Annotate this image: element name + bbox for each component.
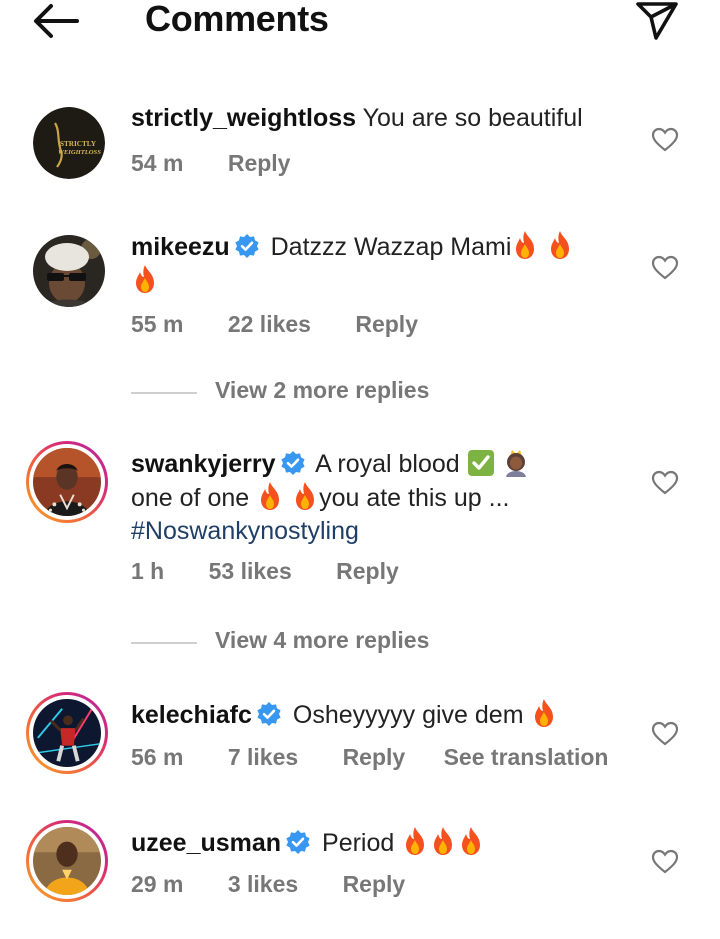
- comment-text: one of one: [131, 484, 250, 512]
- fire-emoji-icon: [551, 231, 570, 259]
- avatar-ring: [29, 823, 105, 899]
- avatar[interactable]: STRICTLY WEIGHTLOSS: [33, 107, 105, 179]
- comment-text: Period: [322, 829, 395, 857]
- avatar-ring: [29, 695, 105, 771]
- comment-body: swankyjerry A royal blood one of one you…: [131, 447, 631, 548]
- reply-button[interactable]: Reply: [343, 871, 406, 898]
- view-replies-label: View 2 more replies: [215, 377, 430, 403]
- comment-meta: 1 h 53 likes Reply: [131, 558, 437, 585]
- heart-icon[interactable]: [651, 721, 679, 747]
- comments-screen: Comments STRICTLY WEIGHTLOSS strictly_we…: [0, 0, 720, 939]
- likes-count[interactable]: 53 likes: [209, 558, 292, 585]
- reply-button[interactable]: Reply: [228, 150, 291, 177]
- fire-emoji-icon: [261, 482, 280, 510]
- fire-emoji-icon: [434, 827, 453, 855]
- avatar[interactable]: [26, 692, 108, 774]
- username[interactable]: mikeezu: [131, 233, 230, 261]
- avatar-ring: [29, 444, 105, 520]
- username[interactable]: uzee_usman: [131, 829, 281, 857]
- heart-icon[interactable]: [651, 127, 679, 153]
- comment-body: uzee_usman Period: [131, 826, 631, 860]
- fire-emoji-icon: [535, 699, 554, 727]
- comment-meta: 29 m 3 likes Reply: [131, 871, 443, 898]
- username[interactable]: strictly_weightloss: [131, 104, 356, 132]
- header: Comments: [0, 0, 720, 60]
- comment-text: Osheyyyyy give dem: [292, 701, 524, 729]
- heart-icon[interactable]: [651, 255, 679, 281]
- avatar[interactable]: [33, 235, 105, 307]
- back-arrow-icon[interactable]: [30, 0, 82, 44]
- username[interactable]: kelechiafc: [131, 701, 252, 729]
- comment-body: kelechiafc Osheyyyyy give dem: [131, 698, 631, 732]
- timestamp: 1 h: [131, 558, 165, 584]
- reply-button[interactable]: Reply: [336, 558, 399, 585]
- comment-meta: 56 m 7 likes Reply See translation: [131, 744, 646, 771]
- verified-badge-icon: [280, 451, 305, 475]
- comment-body: mikeezu Datzzz Wazzap Mami: [131, 230, 631, 298]
- timestamp: 29 m: [131, 871, 184, 897]
- heart-icon[interactable]: [651, 470, 679, 496]
- heart-icon[interactable]: [651, 849, 679, 875]
- verified-badge-icon: [257, 702, 281, 726]
- verified-badge-icon: [286, 830, 310, 854]
- likes-count[interactable]: 22 likes: [228, 311, 311, 338]
- fire-emoji-icon: [406, 827, 425, 855]
- reply-button[interactable]: Reply: [343, 744, 406, 771]
- comment-meta: 55 m 22 likes Reply: [131, 311, 456, 338]
- avatar[interactable]: [26, 820, 108, 902]
- fire-emoji-icon: [136, 265, 154, 293]
- view-replies-label: View 4 more replies: [215, 627, 430, 653]
- send-icon[interactable]: [634, 0, 680, 42]
- page-title: Comments: [145, 0, 329, 39]
- fire-emoji-icon: [462, 827, 481, 855]
- avatar-logo-text: WEIGHTLOSS: [58, 149, 101, 156]
- fire-emoji-icon: [516, 231, 535, 259]
- avatar-logo-text: STRICTLY: [60, 140, 97, 148]
- reply-divider: [131, 392, 197, 394]
- timestamp: 56 m: [131, 744, 184, 770]
- verified-badge-icon: [235, 234, 259, 258]
- comment-text: A royal blood: [315, 450, 460, 478]
- see-translation-button[interactable]: See translation: [444, 744, 609, 771]
- likes-count[interactable]: 7 likes: [228, 744, 298, 771]
- likes-count[interactable]: 3 likes: [228, 871, 298, 898]
- check-mark-emoji-icon: [467, 450, 494, 476]
- fire-emoji-icon: [296, 482, 315, 510]
- reply-divider: [131, 642, 197, 644]
- username[interactable]: swankyjerry: [131, 450, 276, 478]
- hashtag-link[interactable]: #Noswankynostyling: [131, 517, 359, 545]
- reply-button[interactable]: Reply: [355, 311, 418, 338]
- comment-meta: 54 m Reply: [131, 150, 328, 177]
- comment-text: you ate this up ...: [319, 484, 510, 512]
- comment-text: Datzzz Wazzap Mami: [270, 233, 512, 261]
- comment-body: strictly_weightloss You are so beautiful: [131, 102, 631, 135]
- avatar[interactable]: [26, 441, 108, 523]
- princess-emoji-icon: [505, 450, 526, 477]
- timestamp: 54 m: [131, 150, 184, 176]
- timestamp: 55 m: [131, 311, 184, 337]
- comment-text: You are so beautiful: [362, 104, 583, 132]
